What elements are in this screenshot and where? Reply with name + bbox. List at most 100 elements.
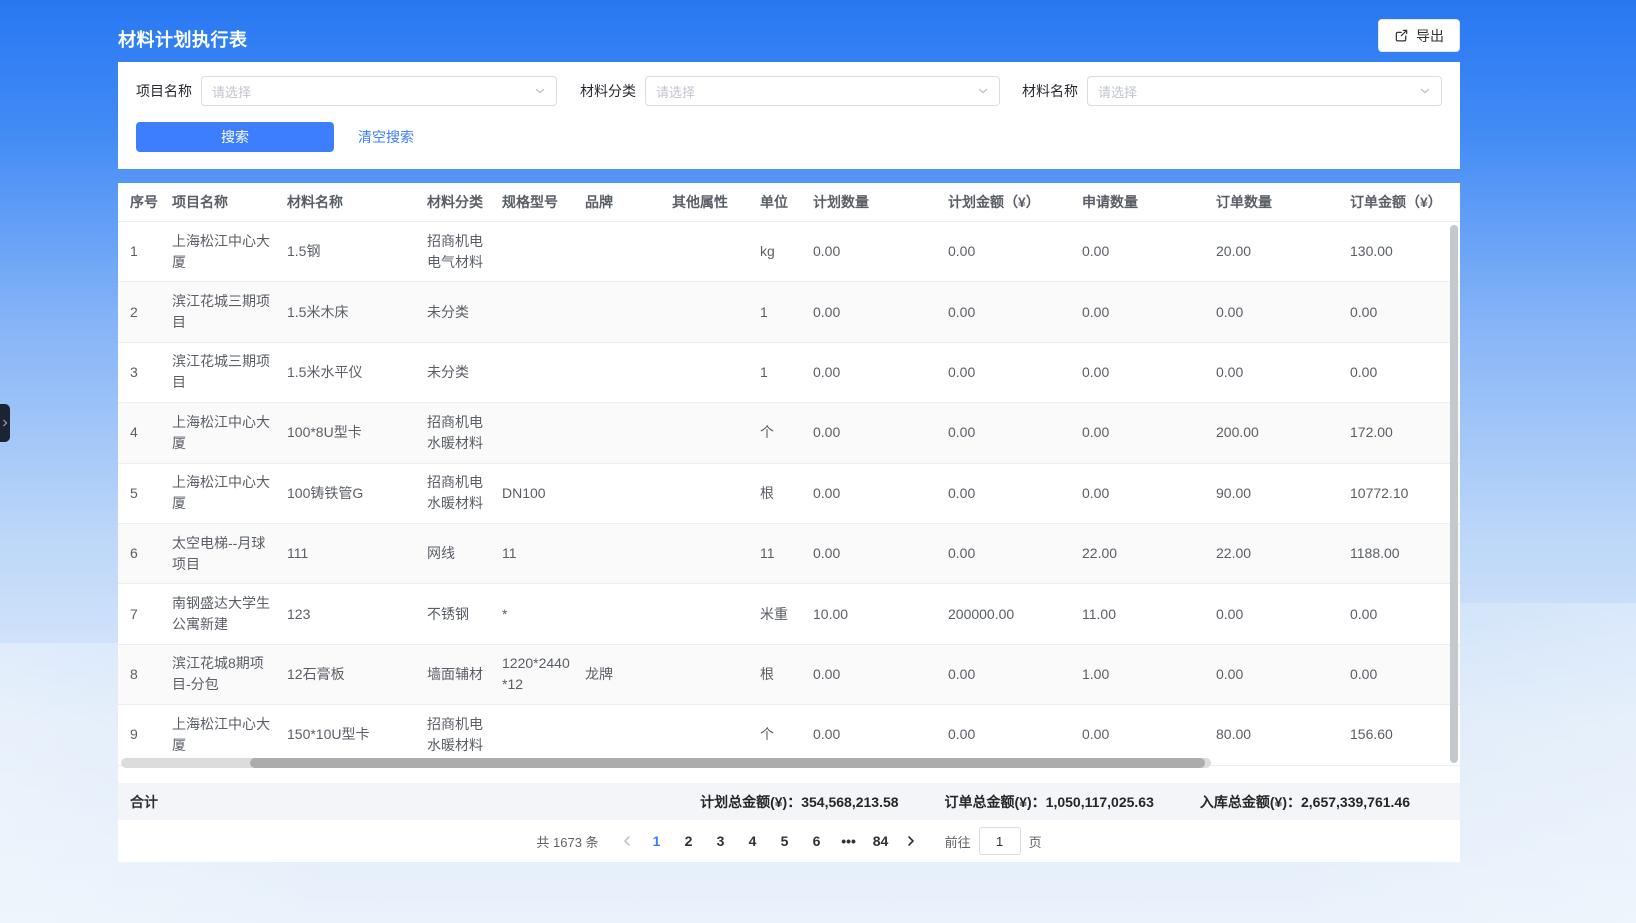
table-cell: 0.00 (813, 483, 948, 504)
table-row: 5上海松江中心大厦100铸铁管G招商机电水暖材料DN100根0.000.000.… (118, 464, 1460, 524)
column-header: 计划数量 (813, 192, 948, 212)
column-header: 规格型号 (502, 192, 585, 212)
summary-item: 订单总金额(¥)：1,050,117,025.63 (945, 792, 1154, 812)
table-cell: 0.00 (1082, 241, 1216, 262)
filter-label: 材料名称 (1022, 81, 1078, 101)
column-header: 其他属性 (672, 192, 760, 212)
table-row: 2滨江花城三期项目1.5米木床未分类10.000.000.000.000.00 (118, 282, 1460, 342)
table-cell: 未分类 (427, 302, 502, 323)
table-cell: 0.00 (813, 422, 948, 443)
page-number-list: 123456•••84 (641, 827, 897, 855)
select-placeholder: 请选择 (656, 82, 695, 101)
table-cell: 0.00 (1082, 302, 1216, 323)
table-row: 4上海松江中心大厦100*8U型卡招商机电水暖材料个0.000.000.0020… (118, 403, 1460, 463)
table-cell: 未分类 (427, 362, 502, 383)
table-cell: 0.00 (1082, 724, 1216, 745)
table-cell: 1.5米木床 (287, 302, 427, 323)
filter-label: 材料分类 (580, 81, 636, 101)
column-header: 订单数量 (1216, 192, 1350, 212)
select-placeholder: 请选择 (1098, 82, 1137, 101)
table-cell: 4 (130, 422, 172, 443)
search-button[interactable]: 搜索 (136, 122, 334, 152)
filter-field: 项目名称请选择 (136, 76, 557, 106)
summary-item: 入库总金额(¥)：2,657,339,761.46 (1200, 792, 1410, 812)
horizontal-scrollbar-thumb[interactable] (250, 758, 1205, 768)
table-cell: 200.00 (1216, 422, 1350, 443)
table-cell: 1 (130, 241, 172, 262)
table-row: 3滨江花城三期项目1.5米水平仪未分类10.000.000.000.000.00 (118, 343, 1460, 403)
table-cell: 111 (287, 543, 427, 564)
clear-search-link[interactable]: 清空搜索 (358, 127, 414, 147)
table-cell: 150*10U型卡 (287, 724, 427, 745)
table-cell: 招商机电水暖材料 (427, 714, 502, 756)
table-cell: 0.00 (1082, 422, 1216, 443)
chevron-left-icon (622, 835, 632, 847)
table-cell: 1220*2440*12 (502, 653, 585, 695)
table-cell: kg (760, 241, 813, 262)
chevron-down-icon (1419, 85, 1431, 97)
table-cell: 0.00 (948, 724, 1082, 745)
table-cell: 0.00 (1350, 664, 1460, 685)
export-button[interactable]: 导出 (1378, 19, 1460, 52)
table-cell: 0.00 (813, 543, 948, 564)
main-content: 材料计划执行表 导出 项目名称请选择材料分类请选择材料名称请选择 搜索 清空搜索 (118, 0, 1460, 923)
material-category-select[interactable]: 请选择 (645, 76, 1000, 106)
table-cell: 0.00 (1216, 302, 1350, 323)
page-header: 材料计划执行表 导出 (118, 0, 1460, 62)
table-cell: 6 (130, 543, 172, 564)
column-header: 品牌 (585, 192, 672, 212)
table-cell: * (502, 604, 585, 625)
table-cell: 80.00 (1216, 724, 1350, 745)
table-cell: 墙面辅材 (427, 664, 502, 685)
chevron-down-icon (534, 85, 546, 97)
table-cell: 1.5钢 (287, 241, 427, 262)
prev-page-button[interactable] (613, 827, 641, 855)
table-row: 7南钢盛达大学生公寓新建123不锈钢*米重10.00200000.0011.00… (118, 584, 1460, 644)
project-name-select[interactable]: 请选择 (201, 76, 557, 106)
table-cell: 1 (760, 362, 813, 383)
horizontal-scrollbar[interactable] (121, 758, 1211, 768)
page-background: 材料计划执行表 导出 项目名称请选择材料分类请选择材料名称请选择 搜索 清空搜索 (0, 0, 1636, 923)
page-button-2[interactable]: 2 (673, 827, 705, 855)
table-cell: 11.00 (1082, 604, 1216, 625)
table-cell: 0.00 (1216, 664, 1350, 685)
page-button-84[interactable]: 84 (865, 827, 897, 855)
table-cell: 11 (502, 543, 585, 564)
table-cell: 0.00 (948, 664, 1082, 685)
page-button-4[interactable]: 4 (737, 827, 769, 855)
table-row: 1上海松江中心大厦1.5钢招商机电电气材料kg0.000.000.0020.00… (118, 222, 1460, 282)
material-name-select[interactable]: 请选择 (1087, 76, 1442, 106)
table-cell: 1188.00 (1350, 543, 1460, 564)
page-button-5[interactable]: 5 (769, 827, 801, 855)
column-header: 申请数量 (1082, 192, 1216, 212)
column-header: 材料分类 (427, 192, 502, 212)
goto-page-input[interactable] (979, 827, 1021, 855)
pagination-ellipsis[interactable]: ••• (833, 827, 865, 855)
next-page-button[interactable] (897, 827, 925, 855)
table-cell: 0.00 (948, 543, 1082, 564)
page-button-1[interactable]: 1 (641, 827, 673, 855)
column-header: 计划金额（¥） (948, 192, 1082, 212)
sidebar-toggle-handle[interactable] (0, 404, 10, 442)
vertical-scrollbar-thumb[interactable] (1450, 225, 1458, 763)
table-cell: 0.00 (1082, 362, 1216, 383)
export-button-label: 导出 (1416, 26, 1444, 46)
table-cell: 100铸铁管G (287, 483, 427, 504)
table-cell: 上海松江中心大厦 (172, 412, 287, 454)
table-cell: 0.00 (948, 241, 1082, 262)
table-cell: 130.00 (1350, 241, 1460, 262)
summary-row: 合计 计划总金额(¥)：354,568,213.58订单总金额(¥)：1,050… (118, 783, 1460, 820)
column-header: 材料名称 (287, 192, 427, 212)
page-button-6[interactable]: 6 (801, 827, 833, 855)
table-cell: 10.00 (813, 604, 948, 625)
filter-label: 项目名称 (136, 81, 192, 101)
page-button-3[interactable]: 3 (705, 827, 737, 855)
table-cell: 网线 (427, 543, 502, 564)
goto-page-group: 前往 页 (945, 827, 1042, 855)
table-cell: 12石膏板 (287, 664, 427, 685)
table-cell: 0.00 (1350, 362, 1460, 383)
table-cell: 0.00 (813, 302, 948, 323)
table-cell: 不锈钢 (427, 604, 502, 625)
table-row: 6太空电梯--月球项目111网线11110.000.0022.0022.0011… (118, 524, 1460, 584)
table-body: 1上海松江中心大厦1.5钢招商机电电气材料kg0.000.000.0020.00… (118, 222, 1460, 767)
